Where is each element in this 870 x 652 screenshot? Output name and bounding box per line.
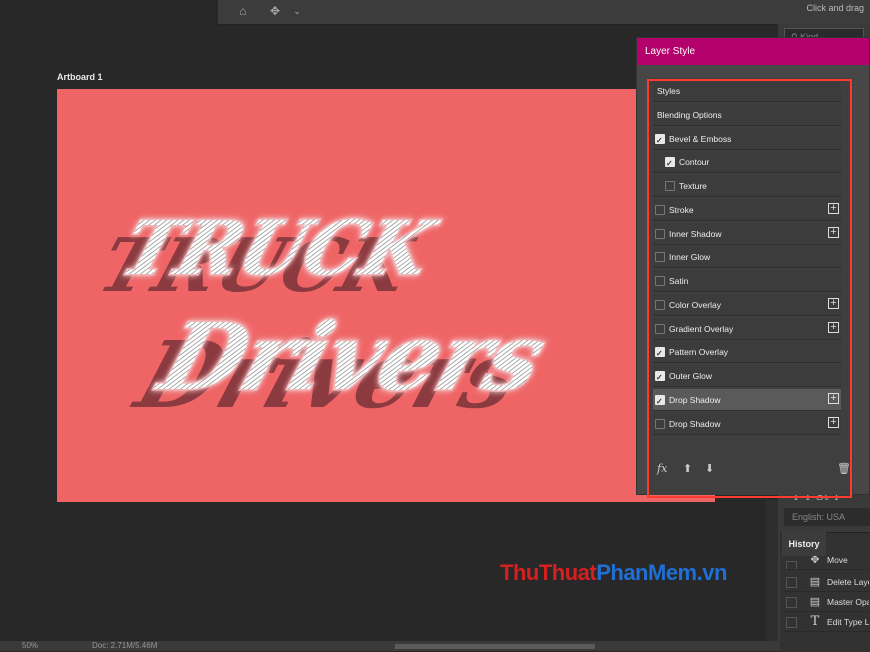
layer-style-title[interactable]: Layer Style [637,38,869,65]
toolbar-hint: Click and drag [806,3,864,13]
style-item-color-overlay[interactable]: Color Overlay + [653,293,841,316]
truck-drivers-artwork: TRUCK TRUCK Drivers Drivers [89,203,561,429]
language-select[interactable]: English: USA [784,508,870,526]
watermark-part-3: .vn [696,560,728,585]
move-up-icon[interactable]: ⬆ [683,462,692,475]
style-item-label: Satin [669,276,689,286]
watermark-part-2: PhanMem [596,560,697,585]
add-effect-icon[interactable]: + [828,226,839,238]
style-checkbox[interactable] [655,323,665,334]
style-item-label: Pattern Overlay [669,347,729,358]
style-item-outer-glow[interactable]: Outer Glow [653,365,841,389]
style-item-label: Texture [679,181,707,191]
add-effect-icon[interactable]: + [828,202,839,214]
style-item-label: Gradient Overlay [669,323,734,334]
style-checkbox[interactable] [655,299,665,310]
history-item-label: Edit Type Layer [827,617,869,627]
style-item-pattern-overlay[interactable]: Pattern Overlay [653,341,841,365]
style-checkbox[interactable] [655,204,665,215]
style-item-blending-options[interactable]: Blending Options [653,103,841,126]
style-item-drop-shadow[interactable]: Drop Shadow + [653,388,841,413]
watermark-logo: ThuThuatPhanMem.vn [500,560,727,586]
style-item-gradient-overlay[interactable]: Gradient Overlay + [653,317,841,340]
tab-history[interactable]: History [782,532,826,556]
type-icon: T [810,614,820,629]
history-snapshot-box[interactable] [786,577,797,588]
style-item-label: Stroke [669,204,694,215]
style-item-label: Blending Options [657,109,722,120]
style-item-contour[interactable]: Contour [653,151,841,175]
style-item-label: Inner Shadow [669,228,722,239]
move-down-icon[interactable]: ⬇ [705,462,714,475]
art-line1: TRUCK [111,205,446,292]
history-item-label: Move [827,556,848,564]
style-item-label: Bevel & Emboss [669,133,732,144]
watermark-part-1: ThuThuat [500,560,597,585]
document-icon: ▤ [809,596,821,608]
add-effect-icon[interactable]: + [828,416,839,428]
options-toolbar: ⌂ ✥ ⌄ Click and drag [218,0,870,25]
fx-icon[interactable]: fx [657,462,667,475]
document-icon: ▤ [809,576,821,588]
style-item-inner-glow[interactable]: Inner Glow [653,246,841,269]
history-snapshot-box[interactable] [786,617,797,628]
style-checkbox[interactable] [655,343,665,365]
style-item-label: Contour [679,157,710,168]
move-tool-icon[interactable]: ✥ [264,2,286,20]
horizontal-scrollbar[interactable] [395,644,595,649]
history-item[interactable]: T Edit Type Layer [782,612,870,632]
layer-style-dialog: Layer Style Styles Blending Options Bevel … [636,37,870,498]
style-item-label: Drop Shadow [669,394,721,405]
style-item-drop-shadow[interactable]: Drop Shadow + [653,412,841,435]
style-item-label: Color Overlay [669,299,721,310]
chevron-down-icon[interactable]: ⌄ [286,2,308,20]
doc-size[interactable]: Doc: 2.71M/5.46M [92,641,157,651]
status-bar: 50% Doc: 2.71M/5.46M [0,641,778,651]
style-item-stroke[interactable]: Stroke + [653,198,841,221]
artboard-label: Artboard 1 [57,72,103,82]
style-item-styles[interactable]: Styles [653,80,841,102]
history-snapshot-box[interactable] [786,597,797,608]
panel-scrollbar[interactable] [766,500,778,651]
history-item-label: Delete Layer [827,577,869,587]
style-item-bevel-emboss[interactable]: Bevel & Emboss [653,127,841,152]
zoom-level[interactable]: 50% [22,641,38,651]
layer-style-footer: fx ⬆ ⬇ 🗑 [649,458,859,486]
style-checkbox[interactable] [665,181,675,191]
style-item-label: Inner Glow [669,252,711,263]
style-checkbox[interactable] [655,276,665,286]
style-checkbox[interactable] [655,367,665,389]
trash-icon[interactable]: 🗑 [837,462,851,475]
style-checkbox[interactable] [655,418,665,429]
add-effect-icon[interactable]: + [828,321,839,333]
style-checkbox[interactable] [655,391,665,413]
history-item[interactable]: ▤ Master Opacity [782,592,870,612]
style-checkbox[interactable] [665,153,675,175]
artboard-canvas[interactable]: TRUCK TRUCK Drivers Drivers [57,89,715,502]
style-item-label: Outer Glow [669,371,712,381]
style-item-inner-shadow[interactable]: Inner Shadow + [653,222,841,245]
style-checkbox[interactable] [655,130,665,152]
history-item[interactable]: ✥ Move [782,556,870,570]
style-checkbox[interactable] [655,228,665,239]
style-item-label: Drop Shadow [669,418,721,429]
move-icon: ✥ [810,556,820,566]
history-item[interactable]: ▤ Delete Layer [782,572,870,592]
add-effect-icon[interactable]: + [828,392,839,404]
history-snapshot-box[interactable] [786,561,797,569]
art-line2: Drivers [145,303,558,411]
style-item-texture[interactable]: Texture [653,175,841,197]
style-item-label: Styles [657,86,681,96]
style-item-satin[interactable]: Satin [653,270,841,292]
home-icon[interactable]: ⌂ [232,2,254,20]
add-effect-icon[interactable]: + [828,297,839,309]
style-checkbox[interactable] [655,252,665,263]
history-item-label: Master Opacity [827,597,869,607]
